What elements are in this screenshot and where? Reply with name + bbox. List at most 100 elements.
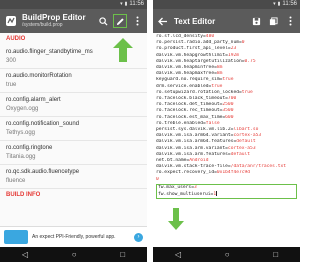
code-line: fw.show_multiuserui=1 — [158, 191, 295, 198]
ad-image — [4, 230, 28, 244]
line-value: cortex-a53 — [233, 133, 262, 139]
ad-banner[interactable]: An expect PPI-Friendly, powerful app. › — [0, 226, 147, 247]
list-item[interactable]: ro.config.notification_sound Tethys.ogg — [0, 117, 147, 141]
property-value: Titania.ogg — [6, 154, 36, 160]
line-key: dalvik.vm.stack-trace-file= — [156, 164, 231, 170]
home-icon[interactable]: ○ — [72, 250, 77, 259]
property-name: ro.config.alarm_alert — [6, 97, 61, 103]
line-key: fw.max_users= — [158, 184, 194, 190]
line-key: persist.sys.dalvik.vm.lib.2= — [156, 127, 234, 133]
app-title: BuildProp Editor — [22, 13, 86, 22]
line-key: ro.treble.enabled= — [156, 120, 206, 126]
line-value: 0.75 — [244, 58, 256, 64]
file-path: /system/build.prop — [22, 22, 63, 28]
line-value: 0 — [241, 40, 245, 46]
line-value: true — [211, 83, 223, 89]
app-bar: BuildProp Editor /system/build.prop — [0, 9, 147, 33]
recents-icon[interactable]: □ — [273, 250, 278, 259]
back-arrow-icon[interactable] — [156, 14, 170, 28]
ad-open-icon[interactable]: › — [134, 232, 143, 242]
line-value: 192m — [227, 52, 239, 58]
line-key: dalvik.vm.isa.arm64.variant= — [156, 133, 234, 139]
wifi-icon: ▾ — [120, 1, 123, 7]
home-icon[interactable]: ○ — [225, 250, 230, 259]
line-key: ro.expect.recovery_id= — [156, 170, 217, 176]
back-icon[interactable]: ◁ — [175, 250, 181, 259]
battery-icon: ▮ — [277, 1, 281, 7]
line-value: true — [222, 77, 234, 83]
status-bar: ▾ ▮ 11:56 — [153, 0, 300, 9]
line-key: dalvik.vm.isa.arm.features= — [156, 151, 231, 157]
pencil-icon[interactable] — [113, 14, 127, 28]
more-vert-icon[interactable] — [130, 14, 144, 28]
line-value: libart.so — [233, 127, 259, 133]
line-value: 3500 — [222, 108, 234, 114]
status-bar: ▾ ▮ 11:56 — [0, 0, 147, 9]
line-key: net.bt.name= — [156, 158, 190, 164]
line-value: 8m — [216, 65, 223, 71]
status-time: 11:56 — [282, 1, 297, 7]
line-key: ro.facelock.black_timeout= — [156, 96, 228, 102]
line-value: true — [241, 89, 253, 95]
property-list: AUDIO ro.audio.flinger_standbytime_ms 30… — [0, 33, 147, 247]
property-name: ro.audio.monitorRotation — [6, 73, 72, 79]
nav-bar: ◁ ○ □ — [153, 247, 300, 262]
save-icon[interactable] — [249, 14, 263, 28]
line-value: 600 — [225, 114, 234, 120]
list-item[interactable]: ro.config.ringtone Titania.ogg — [0, 141, 147, 165]
list-item[interactable]: ro.audio.monitorRotation true — [0, 69, 147, 93]
down-arrow-icon — [168, 208, 184, 230]
property-value: fluence — [6, 178, 26, 184]
line-key: ro.facelock.rec_timeout= — [156, 108, 223, 114]
line-value: 700 — [227, 96, 237, 102]
line-value: 0x1b4f4e7c9d — [216, 170, 251, 176]
copy-icon[interactable] — [266, 14, 280, 28]
property-value: Tethys.ogg — [6, 130, 36, 136]
code-line: 0 — [156, 177, 297, 183]
line-key: dalvik.vm.heapgrowthlimit= — [156, 52, 228, 58]
recents-icon[interactable]: □ — [120, 250, 125, 259]
line-value: 23 — [230, 46, 237, 52]
wifi-icon: ▾ — [273, 1, 276, 7]
line-key: ro.facelock.est_max_time= — [156, 114, 226, 120]
property-name: ro.config.ringtone — [6, 145, 53, 151]
line-key: fw.show_multiuserui= — [158, 192, 214, 198]
line-value: 2500 — [222, 102, 234, 108]
line-key: drm.service.enabled= — [156, 83, 212, 89]
line-value: default — [236, 139, 256, 145]
line-key: ro.persist.radio.add_party_num= — [156, 40, 242, 46]
line-key: ro.product.first_api_level= — [156, 46, 231, 52]
line-key: dalvik.vm.isa.arm.variant= — [156, 145, 228, 151]
more-vert-icon[interactable] — [283, 14, 297, 28]
back-icon[interactable]: ◁ — [22, 250, 28, 259]
property-name: ro.qc.sdk.audio.fluencetype — [6, 169, 80, 175]
list-item[interactable]: ro.config.alarm_alert Oxygen.ogg — [0, 93, 147, 117]
app-logo-icon — [4, 14, 18, 28]
ad-text: An expect PPI-Friendly, powerful app. — [32, 234, 116, 240]
property-value: true — [6, 82, 17, 88]
line-value: Android — [189, 158, 209, 164]
battery-icon: ▮ — [124, 1, 128, 7]
line-key: dalvik.vm.heapmaxfree= — [156, 71, 217, 77]
status-time: 11:56 — [129, 1, 144, 7]
line-value: 480 — [205, 34, 215, 39]
line-key: dalvik.vm.isa.arm64.features= — [156, 139, 237, 145]
line-key: ro.facelock.det_timeout= — [156, 102, 223, 108]
search-icon[interactable] — [96, 14, 110, 28]
line-key: ro.sf.lcd_density= — [156, 34, 206, 39]
list-item[interactable]: ro.qc.sdk.audio.fluencetype fluence — [0, 165, 147, 189]
section-build-info: BUILD INFO — [6, 192, 41, 198]
line-key: dalvik.vm.heaptargetutilization= — [156, 58, 245, 64]
line-value: /data/anr/traces.txt — [230, 164, 287, 170]
property-value: Oxygen.ogg — [6, 106, 39, 112]
line-value: cortex-a53 — [227, 145, 256, 151]
line-value: 0 — [156, 176, 159, 182]
property-name: ro.config.notification_sound — [6, 121, 80, 127]
app-bar: Text Editor — [153, 9, 300, 33]
up-arrow-icon — [113, 38, 133, 62]
line-key: dalvik.vm.heapminfree= — [156, 65, 217, 71]
text-caret — [216, 191, 218, 197]
inserted-lines-box[interactable]: fw.max_users=3 fw.show_multiuserui=1 — [156, 183, 297, 200]
line-key: ro.setupwizard.rotation_locked= — [156, 89, 242, 95]
line-key: keyguard.no.require_sim= — [156, 77, 223, 83]
